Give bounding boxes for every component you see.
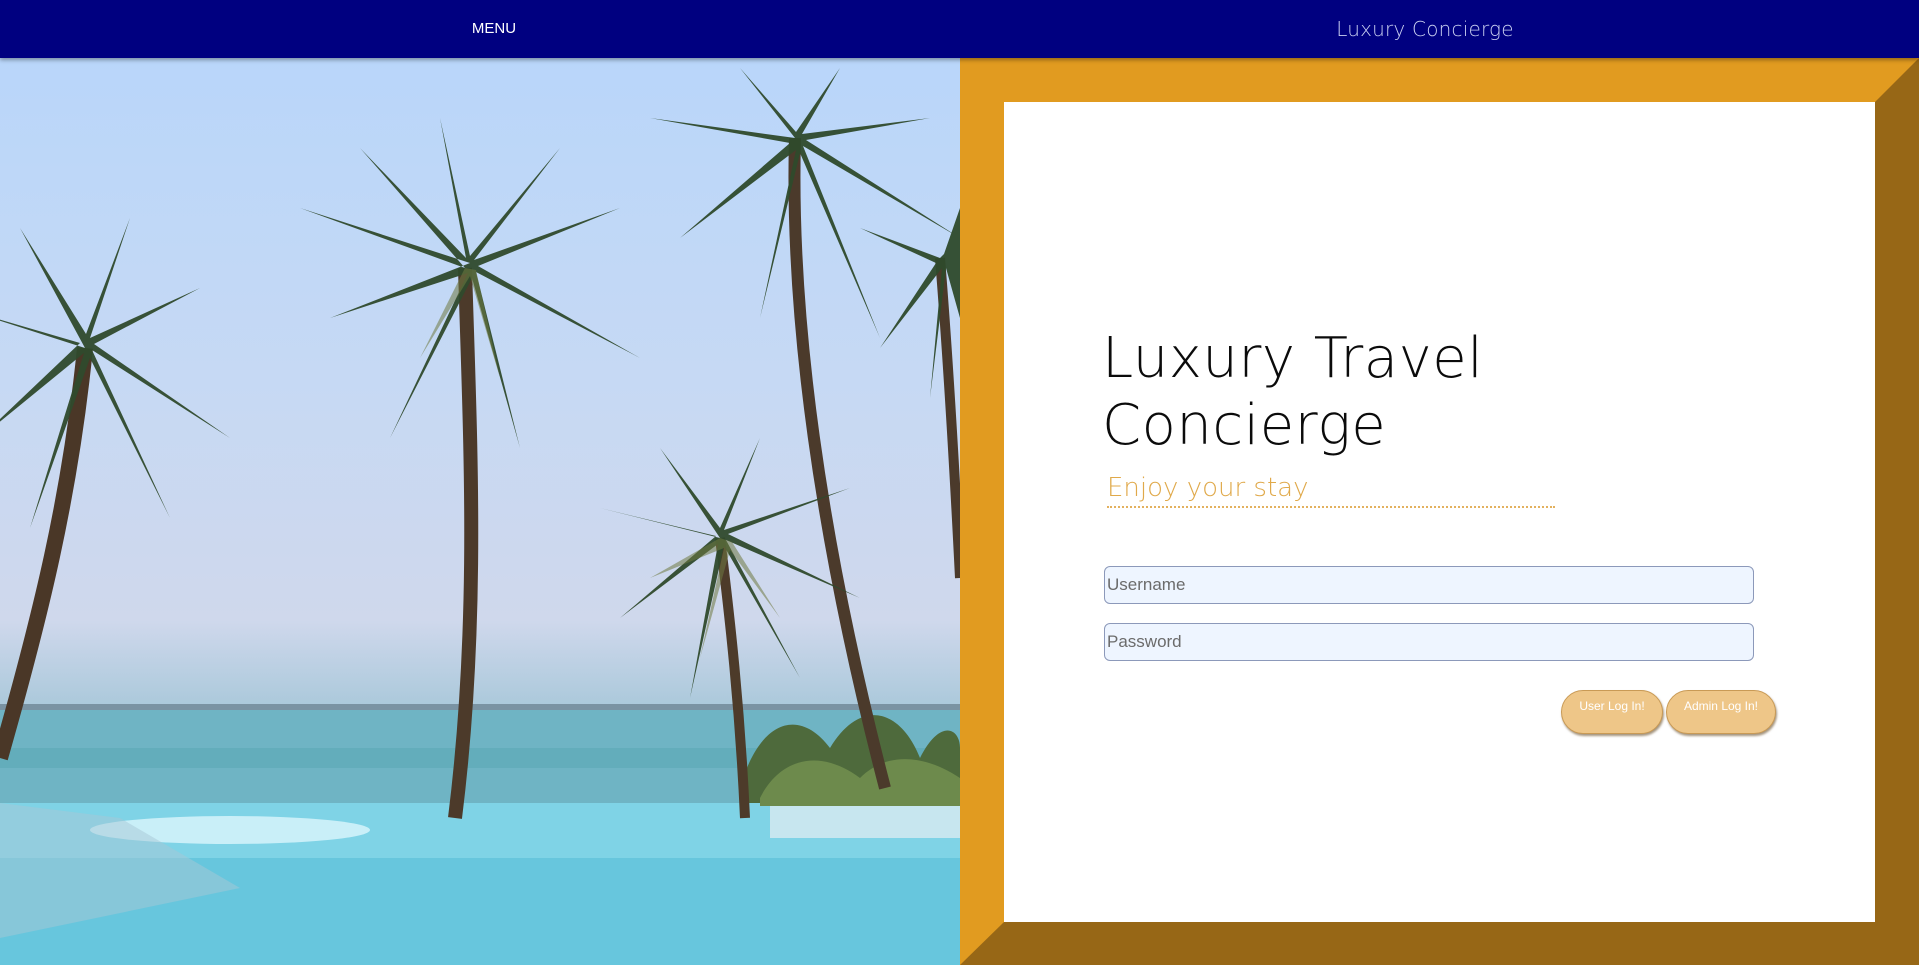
hero-photo: [0, 58, 960, 965]
frame-shadow-bottom: [960, 922, 1919, 965]
username-input[interactable]: [1104, 566, 1754, 604]
page-title: Luxury Travel Concierge: [1102, 326, 1484, 458]
menu-button[interactable]: MENU: [462, 18, 526, 40]
admin-login-button[interactable]: Admin Log In!: [1666, 690, 1776, 734]
frame-shadow-right: [1875, 58, 1919, 965]
top-nav-bar: MENU Luxury Concierge: [0, 0, 1919, 58]
password-input[interactable]: [1104, 623, 1754, 661]
login-card: [1004, 102, 1875, 922]
user-login-button[interactable]: User Log In!: [1561, 690, 1663, 734]
brand-title: Luxury Concierge: [1336, 17, 1514, 41]
page-subtitle: Enjoy your stay: [1107, 470, 1555, 508]
